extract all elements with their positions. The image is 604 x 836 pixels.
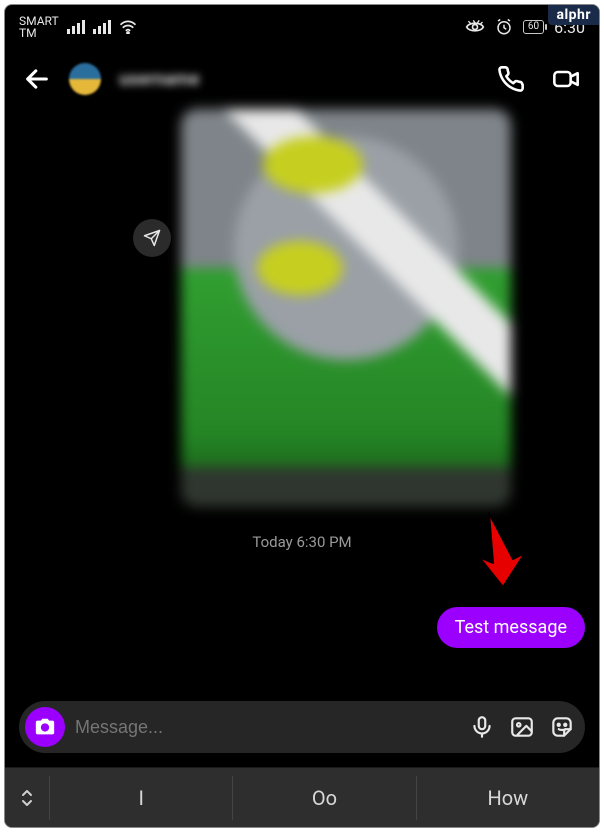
keyboard-suggestion-bar: I Oo How [5,767,599,827]
suggestion-3[interactable]: How [416,776,599,820]
sticker-button[interactable] [549,714,575,740]
received-image-message[interactable] [181,109,511,507]
forward-button[interactable] [133,219,171,257]
suggestion-1[interactable]: I [49,776,232,820]
signal-icon-2 [93,20,111,34]
status-bar: SMART TM 60 6:30 [5,5,599,49]
avatar[interactable] [69,63,101,95]
visibility-icon [465,20,485,34]
carrier-label: SMART TM [19,15,59,39]
back-button[interactable] [23,65,51,93]
wifi-icon [119,20,137,34]
signal-icon-1 [67,20,85,34]
message-input-bar [19,701,585,753]
contact-name[interactable]: username [119,69,471,90]
battery-indicator: 60 [523,20,544,34]
chat-body: Today 6:30 PM Test message [5,109,599,705]
alarm-icon [495,18,513,36]
camera-button[interactable] [25,707,65,747]
expand-keyboard-button[interactable] [5,788,49,808]
chat-header: username [5,49,599,109]
suggestion-2[interactable]: Oo [232,776,415,820]
watermark-badge: alphr [548,5,599,25]
annotation-arrow-icon [469,509,529,589]
image-caption [181,467,511,507]
audio-call-button[interactable] [497,65,525,93]
video-call-button[interactable] [551,65,581,93]
sent-message-bubble[interactable]: Test message [437,607,585,648]
gallery-button[interactable] [509,714,535,740]
message-input[interactable] [75,717,455,738]
voice-message-button[interactable] [469,714,495,740]
app-frame: alphr SMART TM 60 6:30 username [4,4,600,828]
